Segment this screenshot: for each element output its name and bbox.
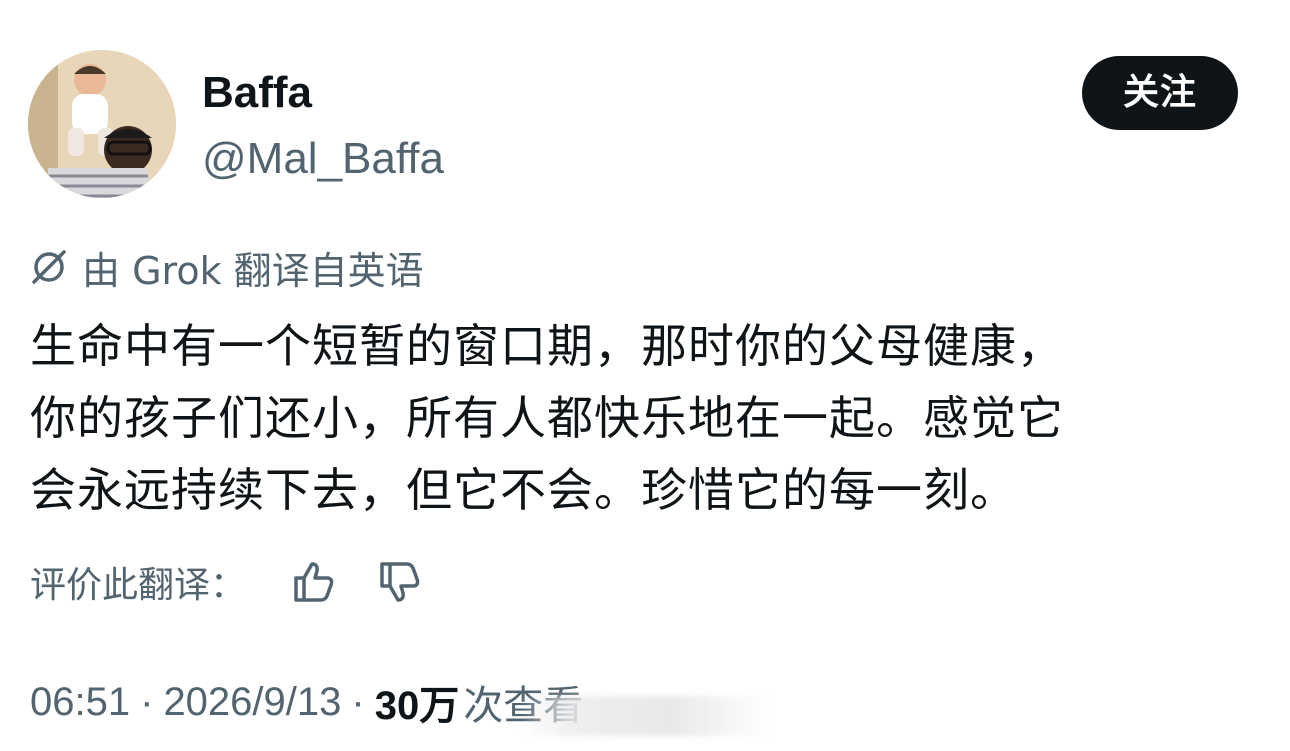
rate-translation: 评价此翻译： bbox=[30, 552, 424, 612]
thumbs-up-icon[interactable] bbox=[290, 558, 338, 606]
avatar[interactable] bbox=[28, 50, 176, 198]
meta-separator: · bbox=[140, 679, 154, 724]
translation-notice: 由 Grok 翻译自英语 bbox=[30, 240, 424, 294]
thumbs-down-icon[interactable] bbox=[376, 558, 424, 606]
display-name[interactable]: Baffa bbox=[202, 64, 312, 122]
tweet-meta: 06:51 · 2026/9/13 · 30万 次查看 bbox=[30, 672, 583, 732]
tweet-date[interactable]: 2026/9/13 bbox=[163, 680, 341, 725]
watermark-overlay bbox=[520, 696, 770, 736]
user-handle[interactable]: @Mal_Baffa bbox=[202, 130, 444, 188]
follow-button[interactable]: 关注 bbox=[1082, 56, 1238, 130]
view-count[interactable]: 30万 bbox=[375, 673, 460, 731]
translation-notice-text: 由 Grok 翻译自英语 bbox=[82, 248, 424, 293]
avatar-photo bbox=[28, 50, 176, 198]
meta-separator: · bbox=[351, 679, 365, 724]
grok-icon bbox=[30, 248, 68, 286]
rate-translation-label: 评价此翻译： bbox=[30, 565, 247, 606]
tweet-text: 生命中有一个短暂的窗口期，那时你的父母健康， 你的孩子们还小，所有人都快乐地在一… bbox=[30, 319, 1064, 517]
tweet-time[interactable]: 06:51 bbox=[30, 680, 130, 725]
